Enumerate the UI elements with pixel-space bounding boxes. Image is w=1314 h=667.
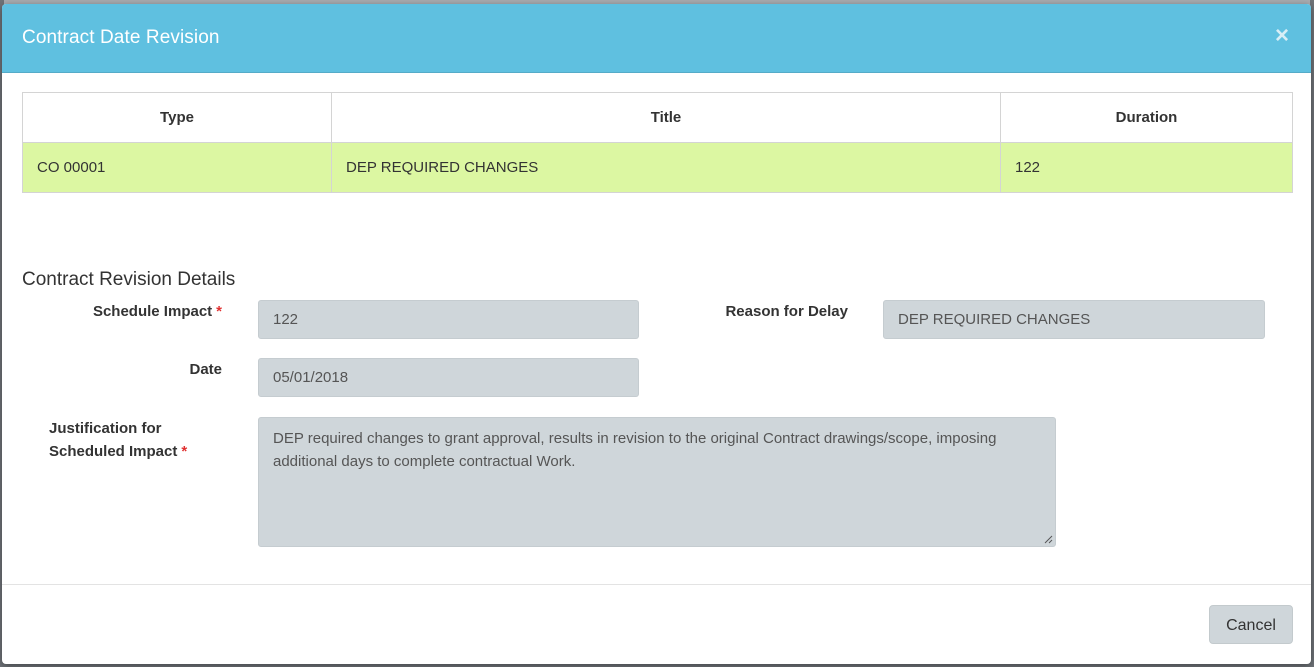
modal-header: Contract Date Revision × (2, 4, 1311, 73)
justification-textarea[interactable]: DEP required changes to grant approval, … (258, 417, 1056, 547)
cancel-button[interactable]: Cancel (1209, 605, 1293, 644)
contract-items-table: Type Title Duration CO 00001 DEP REQUIRE… (22, 92, 1293, 193)
modal-title: Contract Date Revision (22, 27, 220, 48)
footer-divider (2, 584, 1311, 585)
justification-label: Justification for Scheduled Impact * (49, 417, 229, 463)
required-marker: * (181, 443, 188, 460)
justification-label-line1: Justification for (49, 420, 162, 437)
cell-title: DEP REQUIRED CHANGES (331, 142, 1001, 193)
column-header-title: Title (331, 92, 1001, 143)
required-marker: * (216, 303, 222, 320)
cell-duration: 122 (1000, 142, 1293, 193)
contract-date-revision-modal: Contract Date Revision × Type Title Dura… (2, 4, 1311, 664)
cell-type: CO 00001 (22, 142, 332, 193)
date-input[interactable]: 05/01/2018 (258, 358, 639, 397)
resize-handle-icon[interactable] (1043, 534, 1053, 544)
schedule-impact-label: Schedule Impact * (42, 300, 222, 323)
schedule-impact-input[interactable]: 122 (258, 300, 639, 339)
justification-text: DEP required changes to grant approval, … (273, 430, 997, 470)
reason-for-delay-input[interactable]: DEP REQUIRED CHANGES (883, 300, 1265, 339)
column-header-type: Type (22, 92, 332, 143)
section-title: Contract Revision Details (22, 269, 236, 290)
schedule-impact-label-text: Schedule Impact (92, 303, 213, 320)
date-label: Date (189, 361, 222, 378)
table-header-row: Type Title Duration (22, 92, 1293, 143)
justification-label-line2: Scheduled Impact * (49, 440, 229, 463)
close-icon[interactable]: × (1271, 24, 1293, 48)
table-row[interactable]: CO 00001 DEP REQUIRED CHANGES 122 (22, 142, 1293, 193)
column-header-duration: Duration (1000, 92, 1293, 143)
justification-label-line2-text: Scheduled Impact (49, 443, 178, 460)
reason-for-delay-label: Reason for Delay (725, 303, 848, 320)
